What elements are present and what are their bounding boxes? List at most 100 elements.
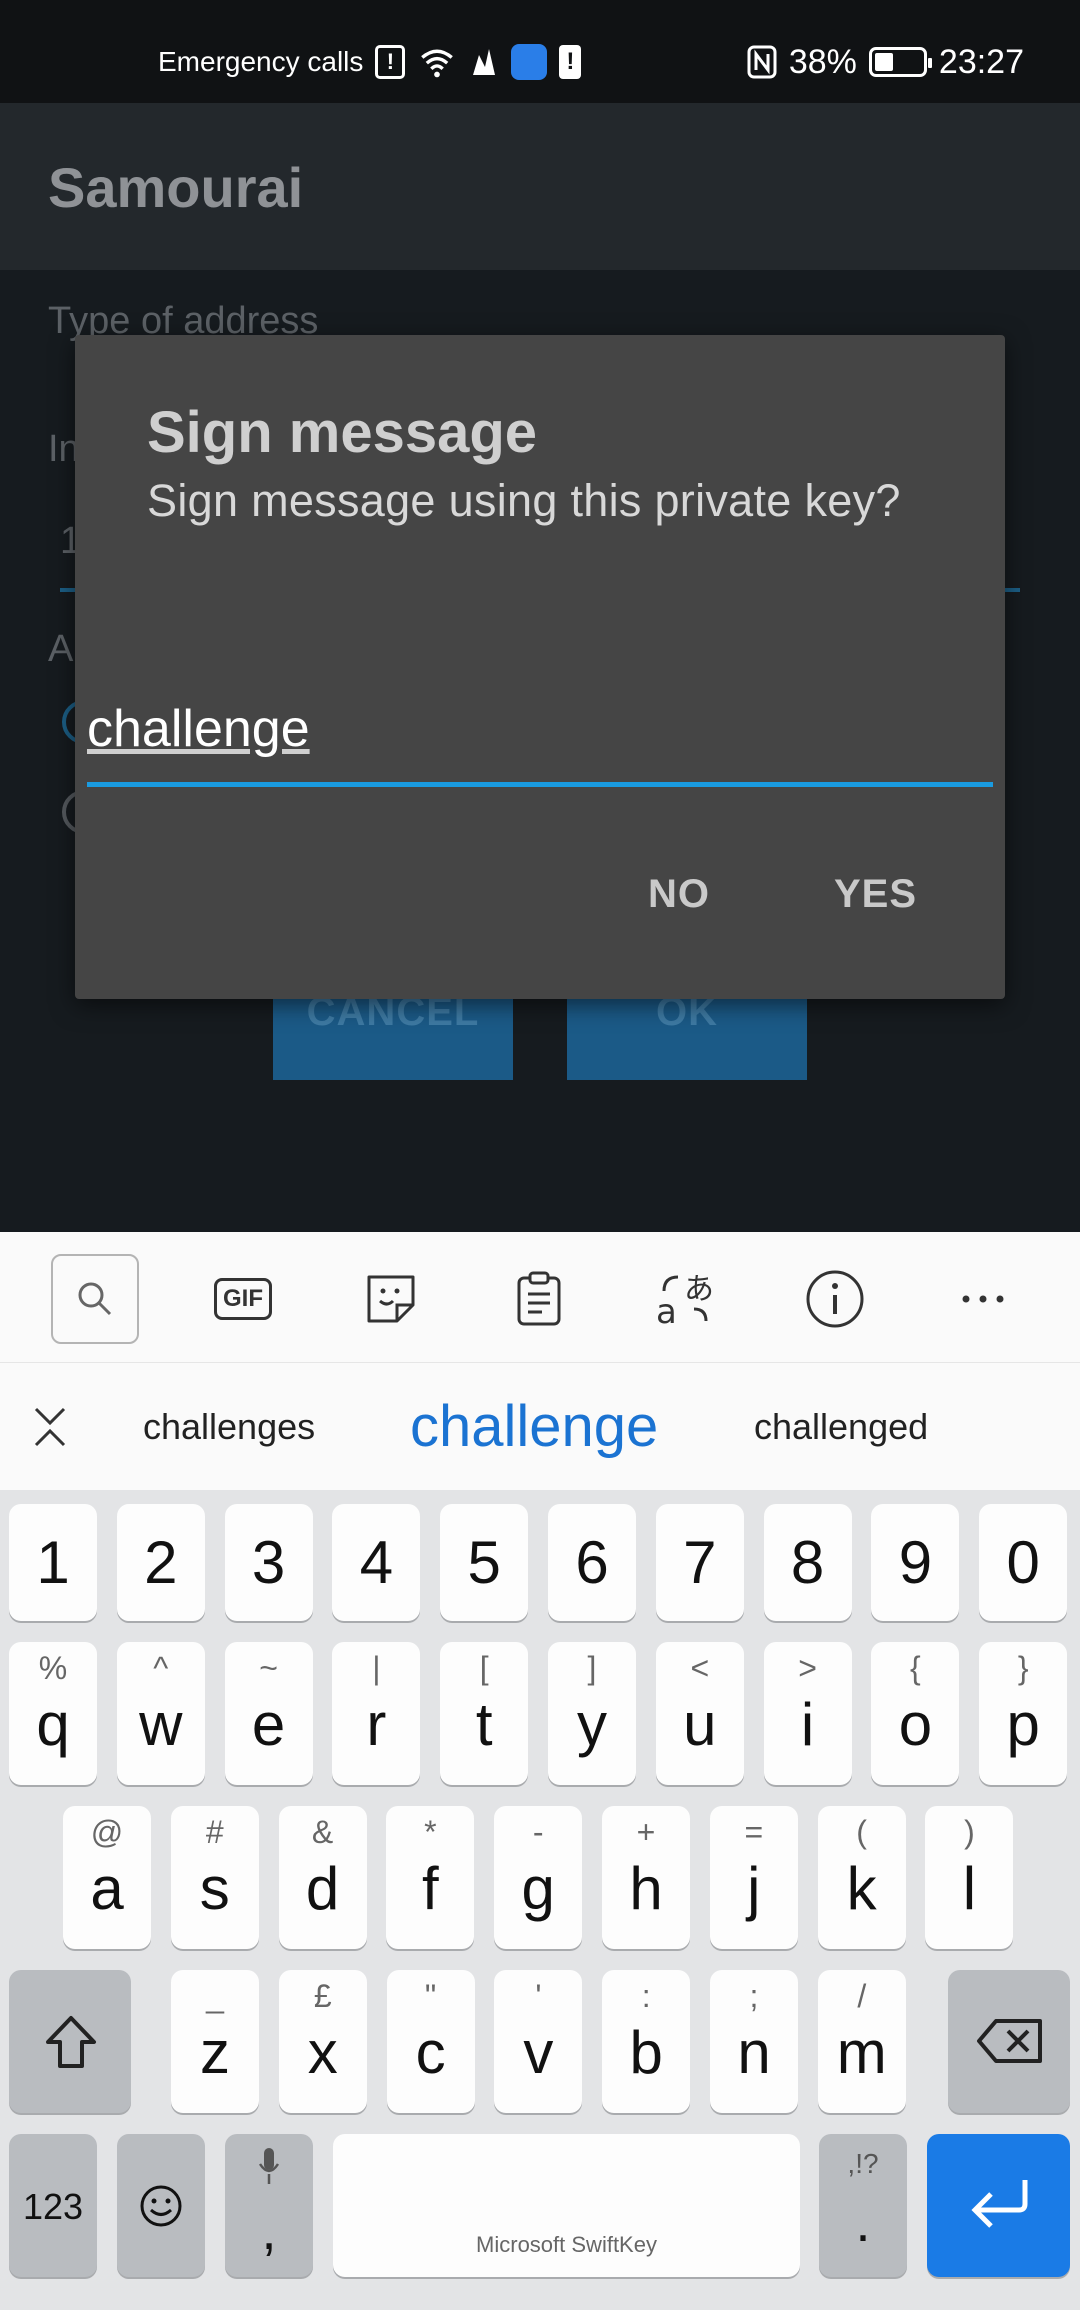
key-n[interactable]: ; n bbox=[710, 1970, 798, 2113]
key-l-label: l bbox=[962, 1855, 977, 1922]
key-3[interactable]: 3 bbox=[224, 1504, 313, 1621]
numbers-key[interactable]: 123 bbox=[9, 2134, 97, 2277]
key-x[interactable]: £ x bbox=[278, 1970, 367, 2113]
key-5[interactable]: 5 bbox=[440, 1504, 529, 1621]
key-x-secondary: £ bbox=[313, 1978, 332, 2014]
key-p[interactable]: } p bbox=[979, 1642, 1068, 1785]
key-d[interactable]: & d bbox=[278, 1806, 367, 1949]
key-1-label: 1 bbox=[36, 1529, 70, 1596]
key-c[interactable]: " c bbox=[386, 1970, 475, 2113]
key-s[interactable]: # s bbox=[170, 1806, 259, 1949]
key-e[interactable]: ~ e bbox=[224, 1642, 313, 1785]
period-key-label: . bbox=[855, 2193, 871, 2253]
message-input[interactable] bbox=[87, 675, 993, 787]
key-y[interactable]: ] y bbox=[548, 1642, 636, 1785]
suggestion-center[interactable]: challenge bbox=[410, 1363, 658, 1491]
key-a-label: a bbox=[90, 1855, 124, 1922]
key-8[interactable]: 8 bbox=[763, 1504, 852, 1621]
key-u[interactable]: < u bbox=[655, 1642, 744, 1785]
carrier-text: Emergency calls bbox=[158, 46, 364, 77]
translate-icon[interactable]: aあ bbox=[641, 1254, 731, 1344]
key-u-label: u bbox=[683, 1691, 717, 1758]
key-l[interactable]: ) l bbox=[925, 1806, 1014, 1949]
key-g-label: g bbox=[521, 1855, 555, 1922]
search-icon[interactable] bbox=[51, 1254, 139, 1344]
key-6[interactable]: 6 bbox=[548, 1504, 636, 1621]
shift-icon bbox=[46, 2016, 96, 2068]
key-x-label: x bbox=[307, 2019, 338, 2086]
key-r[interactable]: | r bbox=[332, 1642, 421, 1785]
key-k[interactable]: (k bbox=[817, 1806, 906, 1949]
app-title: Samourai bbox=[48, 156, 304, 219]
enter-key[interactable] bbox=[927, 2134, 1070, 2277]
enter-icon bbox=[971, 2180, 1028, 2228]
gif-icon[interactable]: GIF bbox=[198, 1254, 288, 1344]
key-y-label: y bbox=[577, 1691, 607, 1758]
comma-key[interactable]: , bbox=[225, 2134, 313, 2277]
key-c-label: c bbox=[415, 2019, 446, 2086]
app-bar: Samourai bbox=[0, 103, 1080, 270]
suggestion-right[interactable]: challenged bbox=[754, 1363, 928, 1491]
shift-key[interactable] bbox=[9, 1970, 131, 2113]
key-r-label: r bbox=[366, 1691, 387, 1758]
key-a-secondary: @ bbox=[90, 1814, 124, 1850]
status-left: Emergency calls ! ! bbox=[158, 42, 582, 82]
backspace-key[interactable] bbox=[948, 1970, 1070, 2113]
more-icon[interactable] bbox=[938, 1254, 1028, 1344]
key-c-secondary: " bbox=[424, 1978, 437, 2014]
key-b[interactable]: :b bbox=[602, 1970, 691, 2113]
key-0-label: 0 bbox=[1006, 1529, 1040, 1596]
key-v[interactable]: ' v bbox=[494, 1970, 583, 2113]
comma-key-label: , bbox=[261, 2201, 277, 2261]
info-icon[interactable] bbox=[790, 1254, 880, 1344]
key-i-secondary: > bbox=[798, 1650, 817, 1686]
collapse-icon[interactable] bbox=[28, 1403, 72, 1456]
key-h[interactable]: + h bbox=[602, 1806, 690, 1949]
key-o[interactable]: {o bbox=[871, 1642, 960, 1785]
key-t-secondary: [ bbox=[479, 1650, 489, 1686]
key-b-secondary: : bbox=[641, 1978, 651, 2014]
key-1[interactable]: 1 bbox=[9, 1504, 97, 1621]
key-o-secondary: { bbox=[910, 1650, 921, 1686]
status-bar: Emergency calls ! ! 38% 23:27 bbox=[0, 0, 1080, 103]
key-f[interactable]: * f bbox=[386, 1806, 475, 1949]
key-4[interactable]: 4 bbox=[332, 1504, 421, 1621]
key-h-secondary: + bbox=[636, 1814, 656, 1850]
key-z[interactable]: _ z bbox=[171, 1970, 259, 2113]
emoji-key[interactable] bbox=[117, 2134, 205, 2277]
key-2[interactable]: 2 bbox=[116, 1504, 205, 1621]
keyboard: GIF aあ challenges challenge challenged 1… bbox=[0, 1232, 1080, 2310]
svg-text:あ: あ bbox=[684, 1272, 714, 1307]
key-w-label: w bbox=[139, 1691, 183, 1758]
keyboard-toolbar: GIF aあ bbox=[0, 1232, 1080, 1362]
key-9[interactable]: 9 bbox=[871, 1504, 960, 1621]
key-w[interactable]: ^ w bbox=[116, 1642, 205, 1785]
key-m-label: m bbox=[836, 2019, 887, 2086]
status-right: 38% 23:27 bbox=[747, 40, 1024, 84]
key-t[interactable]: [t bbox=[440, 1642, 529, 1785]
key-9-label: 9 bbox=[898, 1529, 933, 1596]
key-7[interactable]: 7 bbox=[655, 1504, 744, 1621]
key-u-secondary: < bbox=[690, 1650, 710, 1686]
key-q[interactable]: % q bbox=[9, 1642, 97, 1785]
key-n-secondary: ; bbox=[749, 1978, 759, 2014]
key-q-secondary: % bbox=[38, 1650, 68, 1686]
key-j[interactable]: = j bbox=[709, 1806, 798, 1949]
period-key[interactable]: ,!? . bbox=[819, 2134, 907, 2277]
suggestion-left[interactable]: challenges bbox=[143, 1363, 315, 1491]
alert-icon: ! bbox=[559, 45, 582, 79]
key-0[interactable]: 0 bbox=[979, 1504, 1068, 1621]
nfc-icon bbox=[747, 45, 777, 79]
clipboard-icon[interactable] bbox=[494, 1254, 584, 1344]
no-button[interactable]: NO bbox=[648, 859, 710, 929]
space-key-label: Microsoft SwiftKey bbox=[476, 2232, 657, 2257]
key-i[interactable]: > i bbox=[763, 1642, 852, 1785]
key-g[interactable]: -g bbox=[494, 1806, 583, 1949]
key-j-label: j bbox=[747, 1855, 761, 1922]
key-m[interactable]: / m bbox=[817, 1970, 906, 2113]
space-key[interactable]: Microsoft SwiftKey bbox=[333, 2134, 800, 2277]
battery-percent: 38% bbox=[788, 42, 857, 81]
yes-button[interactable]: YES bbox=[834, 859, 917, 929]
key-a[interactable]: @ a bbox=[63, 1806, 151, 1949]
sticker-icon[interactable] bbox=[346, 1254, 436, 1344]
